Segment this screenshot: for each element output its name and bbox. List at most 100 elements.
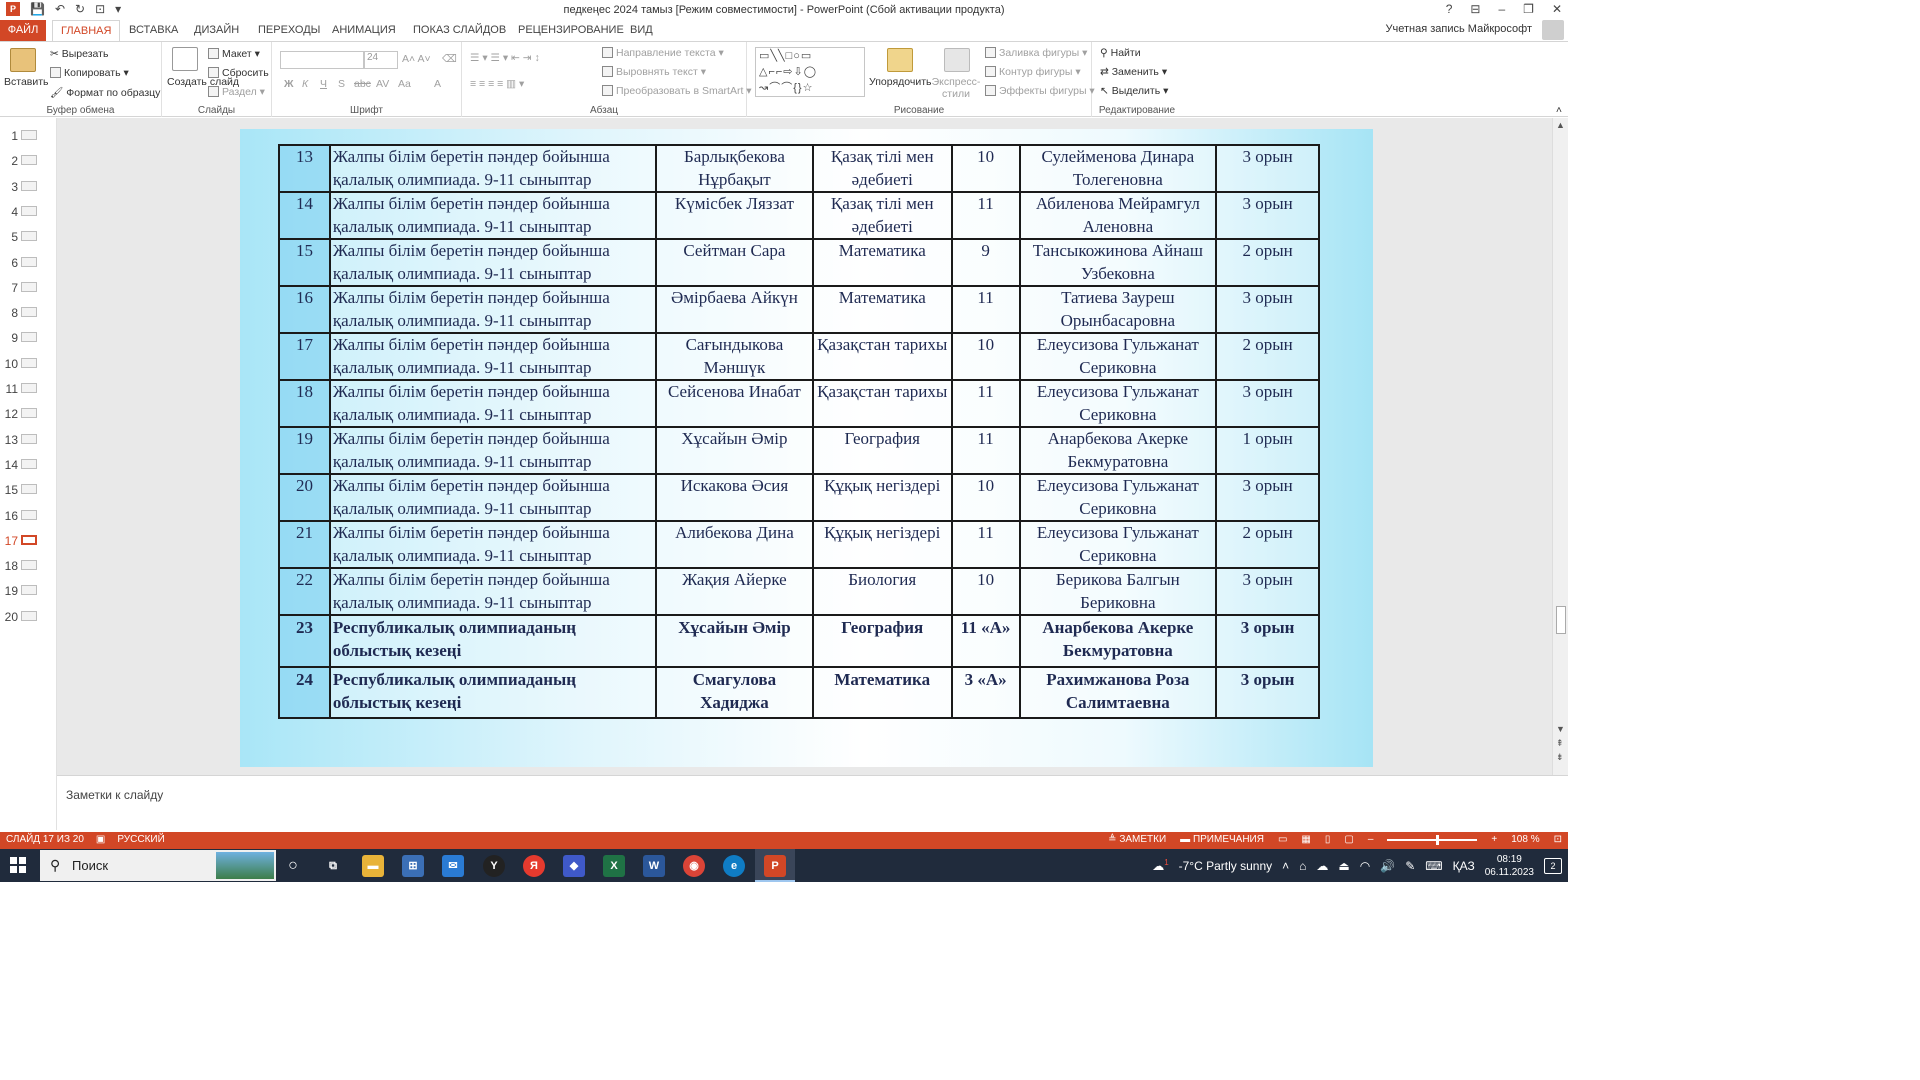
grade-cell[interactable]: 10 (950, 332, 1021, 381)
teacher-cell[interactable]: Елеусизова Гульжанат Сериковна (1018, 379, 1218, 428)
event-cell[interactable]: Жалпы білім беретін пәндер бойынша қалал… (328, 567, 658, 616)
windows-start-icon[interactable] (10, 857, 26, 873)
slide-preview[interactable] (21, 307, 37, 318)
slide-sorter-icon[interactable]: ▦ (1301, 834, 1310, 845)
place-cell[interactable]: 3 орын (1215, 144, 1320, 193)
bullets-icon[interactable]: ☰ ▾ ☰ ▾ ⇤ ⇥ ↕ (470, 52, 540, 64)
next-slide-icon[interactable]: ⇟ (1556, 752, 1564, 763)
slide-preview[interactable] (21, 433, 37, 444)
event-cell[interactable]: Жалпы білім беретін пәндер бойынша қалал… (328, 144, 658, 193)
slide-thumbnail[interactable]: 17 (0, 528, 57, 553)
tab-review[interactable]: РЕЦЕНЗИРОВАНИЕ (518, 20, 624, 41)
event-cell[interactable]: Республикалық олимпиаданың облыстық кезе… (328, 614, 658, 668)
paste-icon[interactable] (10, 48, 36, 72)
slide-thumbnail[interactable]: 14 (0, 452, 57, 477)
slide-preview[interactable] (21, 534, 37, 545)
teacher-cell[interactable]: Абиленова Мейрамгул Аленовна (1018, 191, 1218, 240)
reading-view-icon[interactable]: ▯ (1325, 834, 1331, 845)
slide-thumbnail[interactable]: 18 (0, 553, 57, 578)
slide-preview[interactable] (21, 256, 37, 267)
zoom-out-icon[interactable]: – (1368, 834, 1374, 845)
slide-thumbnail[interactable]: 6 (0, 250, 57, 275)
slide-thumbnail[interactable]: 1 (0, 123, 57, 148)
font-size-field[interactable]: 24 (364, 51, 398, 69)
teacher-cell[interactable]: Елеусизова Гульжанат Сериковна (1018, 332, 1218, 381)
place-cell[interactable]: 3 орын (1215, 614, 1320, 668)
onedrive-icon[interactable]: ☁ (1316, 859, 1328, 873)
row-number[interactable]: 19 (278, 426, 331, 475)
subject-cell[interactable]: География (811, 426, 953, 475)
copy-button[interactable]: Копировать ▾ (50, 67, 129, 79)
teacher-cell[interactable]: Тансыкожинова Айнаш Узбековна (1018, 238, 1218, 287)
slide-preview[interactable] (21, 383, 37, 393)
input-language[interactable]: ҚАЗ (1453, 859, 1475, 873)
slide-preview[interactable] (21, 509, 37, 520)
pen-icon[interactable]: ✎ (1405, 859, 1415, 873)
event-cell[interactable]: Республикалық олимпиаданың облыстық кезе… (328, 666, 658, 719)
event-cell[interactable]: Жалпы білім беретін пәндер бойынша қалал… (328, 379, 658, 428)
ribbon-display-icon[interactable]: ⊟ (1470, 2, 1480, 16)
tab-transitions[interactable]: ПЕРЕХОДЫ (258, 20, 320, 41)
grade-cell[interactable]: 9 (950, 238, 1021, 287)
place-cell[interactable]: 3 орын (1215, 191, 1320, 240)
student-cell[interactable]: Күмісбек Ляззат (655, 191, 814, 240)
mail-icon[interactable]: ✉ (442, 855, 464, 877)
vertical-scrollbar[interactable]: ▲ ▼ ⇞ ⇟ (1552, 118, 1568, 775)
slide-thumbnail[interactable]: 13 (0, 427, 57, 452)
tab-insert[interactable]: ВСТАВКА (129, 20, 178, 41)
normal-view-icon[interactable]: ▭ (1278, 834, 1287, 845)
grow-font-icon[interactable]: A˄ A˅ (402, 53, 431, 65)
minimize-button[interactable]: – (1498, 2, 1505, 16)
row-number[interactable]: 21 (278, 520, 331, 569)
student-cell[interactable]: Әмірбаева Айкүн (655, 285, 814, 334)
weather-icon[interactable]: ☁1 (1152, 858, 1168, 873)
reset-button[interactable]: Сбросить (208, 67, 269, 79)
find-button[interactable]: ⚲ Найти (1100, 47, 1141, 59)
notification-icon[interactable]: 2 (1544, 857, 1562, 874)
scroll-down-icon[interactable]: ▼ (1556, 724, 1565, 734)
italic-button[interactable]: К (302, 78, 308, 90)
file-explorer-icon[interactable]: ▬ (362, 855, 384, 877)
place-cell[interactable]: 2 орын (1215, 332, 1320, 381)
slide-preview[interactable] (21, 560, 37, 571)
student-cell[interactable]: Сейсенова Инабат (655, 379, 814, 428)
place-cell[interactable]: 3 орын (1215, 285, 1320, 334)
underline-button[interactable]: Ч (320, 78, 327, 90)
excel-icon[interactable]: X (603, 855, 625, 877)
quick-styles-button[interactable]: Экспресс-стили (931, 76, 981, 100)
place-cell[interactable]: 3 орын (1215, 666, 1320, 719)
slide-thumbnail[interactable]: 19 (0, 578, 57, 603)
slide-preview[interactable] (21, 180, 37, 191)
slide-thumbnail[interactable]: 2 (0, 148, 57, 173)
fit-slide-icon[interactable]: ⊡ (1554, 834, 1562, 845)
select-button[interactable]: ↖ Выделить ▾ (1100, 85, 1168, 97)
place-cell[interactable]: 3 орын (1215, 379, 1320, 428)
yandex-icon[interactable]: Я (523, 855, 545, 877)
spellcheck-icon[interactable]: ▣ (96, 834, 105, 845)
tab-animations[interactable]: АНИМАЦИЯ (332, 20, 396, 41)
row-number[interactable]: 23 (278, 614, 331, 668)
help-button[interactable]: ? (1446, 2, 1453, 16)
slide-preview[interactable] (21, 332, 37, 343)
volume-icon[interactable]: 🔊 (1380, 859, 1395, 873)
wifi-icon[interactable]: ◠ (1360, 859, 1370, 873)
slide-thumbnail[interactable]: 15 (0, 477, 57, 502)
grade-cell[interactable]: 3 «А» (950, 666, 1021, 719)
slide-thumbnail[interactable]: 20 (0, 604, 57, 629)
teacher-cell[interactable]: Анарбекова Акерке Бекмуратовна (1018, 614, 1218, 668)
account-label[interactable]: Учетная запись Майкрософт (1386, 23, 1532, 35)
clock[interactable]: 08:19 06.11.2023 (1485, 853, 1534, 879)
slide-preview[interactable] (21, 231, 37, 242)
teacher-cell[interactable]: Сулейменова Динара Толегеновна (1018, 144, 1218, 193)
prev-slide-icon[interactable]: ⇞ (1556, 738, 1564, 749)
student-cell[interactable]: Алибекова Дина (655, 520, 814, 569)
slide-preview[interactable] (21, 610, 37, 621)
chrome-icon[interactable]: ◉ (683, 855, 705, 877)
shape-fill-button[interactable]: Заливка фигуры ▾ (985, 47, 1087, 59)
slide-thumbnail[interactable]: 12 (0, 401, 57, 426)
weather-text[interactable]: -7°C Partly sunny (1179, 859, 1273, 873)
notes-pane[interactable]: Заметки к слайду (57, 775, 1568, 832)
row-number[interactable]: 17 (278, 332, 331, 381)
app-icon[interactable]: ◆ (563, 855, 585, 877)
smartart-button[interactable]: Преобразовать в SmartArt ▾ (602, 85, 752, 97)
